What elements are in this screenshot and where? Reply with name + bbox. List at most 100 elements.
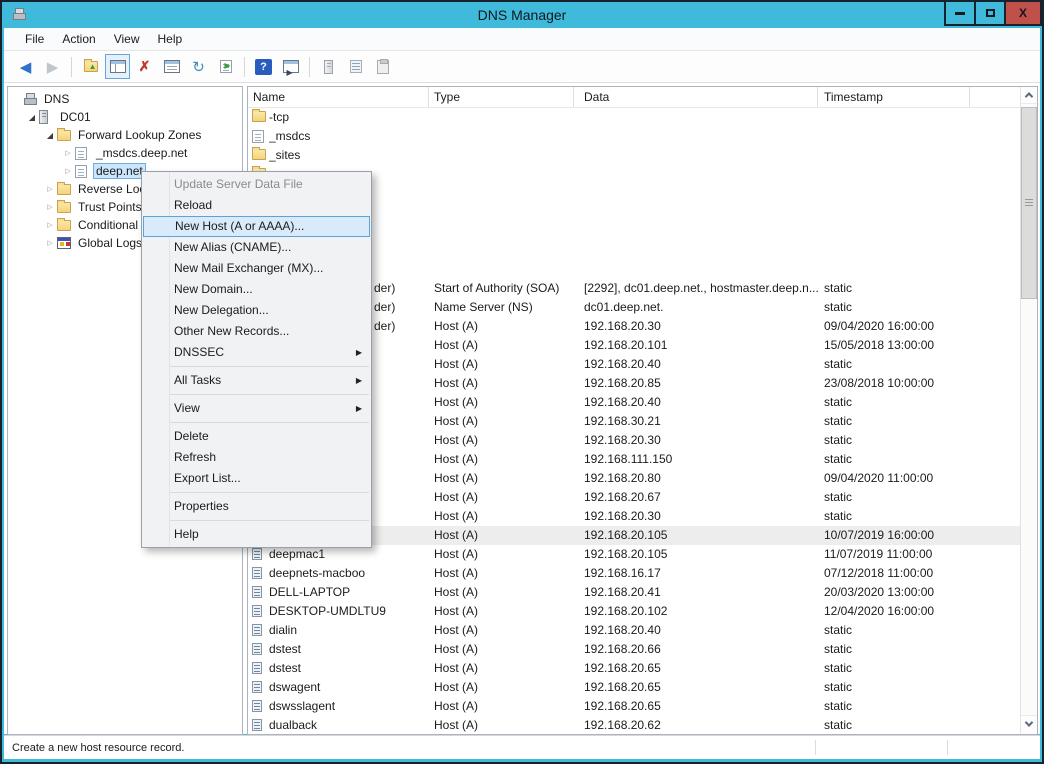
collapsed-arrow-icon[interactable]: ▷ <box>61 167 75 175</box>
record-data: dc01.deep.net. <box>584 300 820 314</box>
record-row-dswsslagent[interactable]: dswsslagentHost (A)192.168.20.65static <box>248 697 1020 716</box>
zone-icon <box>252 130 264 143</box>
record-data: 192.168.20.30 <box>584 319 820 333</box>
record-data: 192.168.20.40 <box>584 357 820 371</box>
context-menu-item-new-mail-exchanger-mx[interactable]: New Mail Exchanger (MX)... <box>142 258 371 279</box>
context-menu-item-new-alias-cname[interactable]: New Alias (CNAME)... <box>142 237 371 258</box>
context-menu-item-view[interactable]: View ▶ <box>142 398 371 419</box>
menubar-item-file[interactable]: File <box>16 30 53 48</box>
collapsed-arrow-icon[interactable]: ▷ <box>43 185 57 193</box>
context-menu-item-dnssec[interactable]: DNSSEC▶ <box>142 342 371 363</box>
maximize-button[interactable] <box>974 0 1006 26</box>
column-divider[interactable] <box>573 87 574 107</box>
tree-item-msdcs-deep-net[interactable]: ▷_msdcs.deep.net <box>8 144 242 162</box>
column-header-name[interactable]: Name <box>253 90 285 104</box>
scroll-down-button[interactable] <box>1021 715 1037 732</box>
folder-icon <box>57 184 71 195</box>
context-menu-item-help[interactable]: Help <box>142 524 371 545</box>
statusbar-divider <box>947 740 948 755</box>
record-row-sites[interactable]: _sites <box>248 146 1020 165</box>
import-list-button[interactable]: ▲ <box>78 54 103 79</box>
collapsed-arrow-icon[interactable]: ▷ <box>43 239 57 247</box>
context-menu-item-new-host-a-or-aaaa[interactable]: New Host (A or AAAA)... <box>143 216 370 237</box>
forward-button[interactable]: ▶ <box>40 54 65 79</box>
menubar-item-help[interactable]: Help <box>149 30 192 48</box>
context-menu-item-label: All Tasks <box>174 373 221 387</box>
scrollbar-thumb[interactable] <box>1021 107 1037 299</box>
context-menu-item-reload[interactable]: Reload <box>142 195 371 216</box>
column-divider[interactable] <box>428 87 429 107</box>
tree-item-dns[interactable]: DNS <box>8 90 242 108</box>
tree-item-forward-lookup-zones[interactable]: ◢Forward Lookup Zones <box>8 126 242 144</box>
record-icon <box>252 605 262 617</box>
record-name: _sites <box>269 148 429 162</box>
close-button[interactable]: X <box>1004 0 1042 26</box>
record-type: Host (A) <box>434 718 579 732</box>
back-button[interactable]: ◀ <box>13 54 38 79</box>
record-row-dswagent[interactable]: dswagentHost (A)192.168.20.65static <box>248 678 1020 697</box>
record-type: Host (A) <box>434 661 579 675</box>
context-menu-item-label: View <box>174 401 200 415</box>
record-timestamp: static <box>824 357 1016 371</box>
record-list-button[interactable] <box>343 54 368 79</box>
help-button[interactable]: ? <box>251 54 276 79</box>
new-window-button[interactable]: ▶ <box>278 54 303 79</box>
delete-button[interactable]: ✗ <box>132 54 157 79</box>
record-type: Start of Authority (SOA) <box>434 281 579 295</box>
record-row-dstest[interactable]: dstestHost (A)192.168.20.66static <box>248 640 1020 659</box>
vertical-scrollbar[interactable] <box>1020 87 1037 734</box>
expanded-arrow-icon[interactable]: ◢ <box>25 113 39 122</box>
context-menu-item-label: Update Server Data File <box>174 177 303 191</box>
column-divider[interactable] <box>817 87 818 107</box>
record-icon <box>252 586 262 598</box>
tree-item-dc01[interactable]: ◢DC01 <box>8 108 242 126</box>
show-console-tree-button[interactable] <box>105 54 130 79</box>
record-row-desktop-umdltu9[interactable]: DESKTOP-UMDLTU9Host (A)192.168.20.10212/… <box>248 602 1020 621</box>
context-menu-item-label: Export List... <box>174 471 241 485</box>
statusbar-divider <box>815 740 816 755</box>
submenu-arrow-icon: ▶ <box>356 398 362 419</box>
record-row-dstest[interactable]: dstestHost (A)192.168.20.65static <box>248 659 1020 678</box>
column-header-type[interactable]: Type <box>434 90 460 104</box>
collapsed-arrow-icon[interactable]: ▷ <box>43 203 57 211</box>
column-header-timestamp[interactable]: Timestamp <box>824 90 883 104</box>
record-timestamp: 09/04/2020 11:00:00 <box>824 471 1016 485</box>
context-menu-item-delete[interactable]: Delete <box>142 426 371 447</box>
help-icon: ? <box>255 59 272 75</box>
record-type: Host (A) <box>434 490 579 504</box>
context-menu-item-refresh[interactable]: Refresh <box>142 447 371 468</box>
context-menu-item-all-tasks[interactable]: All Tasks▶ <box>142 370 371 391</box>
server-status-button[interactable] <box>316 54 341 79</box>
menubar-item-view[interactable]: View <box>105 30 149 48</box>
record-row-deepnets-macboo[interactable]: deepnets-macbooHost (A)192.168.16.1707/1… <box>248 564 1020 583</box>
properties-button[interactable] <box>159 54 184 79</box>
filter-clipboard-button[interactable] <box>370 54 395 79</box>
record-timestamp: static <box>824 433 1016 447</box>
expanded-arrow-icon[interactable]: ◢ <box>43 131 57 140</box>
context-menu-item-new-domain[interactable]: New Domain... <box>142 279 371 300</box>
collapsed-arrow-icon[interactable]: ▷ <box>61 149 75 157</box>
refresh-icon: ↻ <box>192 58 205 76</box>
context-menu-item-properties[interactable]: Properties <box>142 496 371 517</box>
context-menu-item-export-list[interactable]: Export List... <box>142 468 371 489</box>
column-header-data[interactable]: Data <box>584 90 609 104</box>
record-row-msdcs[interactable]: _msdcs <box>248 127 1020 146</box>
context-menu-item-label: Help <box>174 527 199 541</box>
record-row-tcp[interactable]: -tcp <box>248 108 1020 127</box>
context-menu-item-new-delegation[interactable]: New Delegation... <box>142 300 371 321</box>
refresh-button[interactable]: ↻ <box>186 54 211 79</box>
export-list-button[interactable]: ▶ <box>213 54 238 79</box>
column-divider[interactable] <box>969 87 970 107</box>
record-row-dialin[interactable]: dialinHost (A)192.168.20.40static <box>248 621 1020 640</box>
scroll-up-button[interactable] <box>1021 87 1037 104</box>
record-type: Host (A) <box>434 604 579 618</box>
minimize-button[interactable] <box>944 0 976 26</box>
record-row-dualback[interactable]: dualbackHost (A)192.168.20.62static <box>248 716 1020 735</box>
context-menu-item-label: New Domain... <box>174 282 253 296</box>
record-data: 192.168.20.40 <box>584 395 820 409</box>
folder-icon <box>252 149 266 160</box>
record-row-dell-laptop[interactable]: DELL-LAPTOPHost (A)192.168.20.4120/03/20… <box>248 583 1020 602</box>
context-menu-item-other-new-records[interactable]: Other New Records... <box>142 321 371 342</box>
menubar-item-action[interactable]: Action <box>53 30 104 48</box>
collapsed-arrow-icon[interactable]: ▷ <box>43 221 57 229</box>
